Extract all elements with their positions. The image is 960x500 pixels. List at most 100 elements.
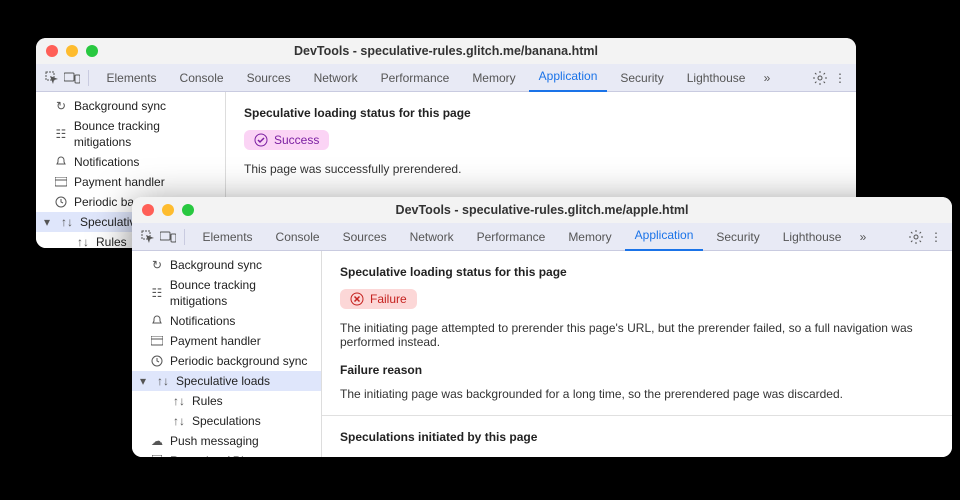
inspect-icon[interactable] [44,70,60,86]
bell-icon [150,314,164,328]
more-tabs-icon[interactable]: » [759,70,775,86]
tab-network[interactable]: Network [400,223,463,251]
sidebar-item-speculative-loads[interactable]: ▾↑↓Speculative loads [132,371,321,391]
tab-network[interactable]: Network [304,64,367,92]
status-badge: Success [244,130,329,150]
card-icon [54,175,68,189]
sidebar-item-label: Background sync [74,98,166,114]
initiated-heading: Speculations initiated by this page [340,430,934,444]
gear-icon[interactable] [812,70,828,86]
sidebar-item-notifications[interactable]: Notifications [132,311,321,331]
traffic-lights [46,45,98,57]
sidebar-item-label: Payment handler [74,174,165,190]
zoom-button[interactable] [182,204,194,216]
window-title: DevTools - speculative-rules.glitch.me/a… [142,203,942,217]
close-button[interactable] [142,204,154,216]
sidebar-item-bounce-tracking[interactable]: ☷ Bounce tracking mitigations [132,275,321,311]
more-tabs-icon[interactable]: » [855,229,871,245]
sidebar-item-label: Bounce tracking mitigations [74,118,219,150]
failure-reason-description: The initiating page was backgrounded for… [340,387,934,401]
tab-memory[interactable]: Memory [463,64,525,92]
minimize-button[interactable] [162,204,174,216]
sidebar-item-reporting-api[interactable]: Reporting API [132,451,321,457]
sidebar-item-label: Payment handler [170,333,261,349]
tab-lighthouse[interactable]: Lighthouse [677,64,755,92]
inspect-icon[interactable] [140,229,156,245]
check-circle-icon [254,133,268,147]
tab-sources[interactable]: Sources [237,64,300,92]
zoom-button[interactable] [86,45,98,57]
arrows-icon: ↑↓ [76,235,90,248]
tab-lighthouse[interactable]: Lighthouse [773,223,851,251]
main-panel: Speculative loading status for this page… [322,251,952,457]
traffic-lights [142,204,194,216]
tab-performance[interactable]: Performance [371,64,459,92]
arrows-icon: ↑↓ [156,374,170,388]
kebab-icon[interactable]: ⋮ [832,70,848,86]
cross-circle-icon [350,292,364,306]
status-badge-label: Success [274,133,319,147]
application-sidebar: ↻ Background sync ☷ Bounce tracking mitiga… [132,251,322,457]
sidebar-item-label: Notifications [74,154,139,170]
refresh-icon: ↻ [54,99,68,113]
sidebar-item-background-sync[interactable]: ↻ Background sync [36,96,225,116]
sidebar-item-periodic-sync[interactable]: Periodic background sync [132,351,321,371]
sidebar-item-payment-handler[interactable]: Payment handler [132,331,321,351]
status-description: The initiating page attempted to prerend… [340,321,934,349]
chevron-down-icon: ▾ [44,214,54,230]
device-icon[interactable] [64,70,80,86]
sidebar-item-label: Speculations [192,413,261,429]
sidebar-item-label: Periodic background sync [170,353,307,369]
titlebar: DevTools - speculative-rules.glitch.me/b… [36,38,856,64]
tab-elements[interactable]: Elements [97,64,166,92]
sidebar-item-rules[interactable]: ↑↓Rules [132,391,321,411]
tab-console[interactable]: Console [170,64,233,92]
tab-performance[interactable]: Performance [467,223,555,251]
devtools-tabbar: Elements Console Sources Network Perform… [132,223,952,251]
status-badge-label: Failure [370,292,407,306]
gear-icon[interactable] [908,229,924,245]
doc-icon [150,454,164,457]
tab-application[interactable]: Application [529,63,607,92]
devtools-window-front: DevTools - speculative-rules.glitch.me/a… [132,197,952,457]
storage-icon: ☷ [54,127,68,141]
sidebar-item-label: Notifications [170,313,235,329]
tab-sources[interactable]: Sources [333,223,396,251]
card-icon [150,334,164,348]
bell-icon [54,155,68,169]
tab-application[interactable]: Application [625,222,703,251]
sidebar-item-label: Background sync [170,257,262,273]
sidebar-item-push-messaging[interactable]: ☁Push messaging [132,431,321,451]
window-title: DevTools - speculative-rules.glitch.me/b… [46,44,846,58]
device-icon[interactable] [160,229,176,245]
sidebar-item-notifications[interactable]: Notifications [36,152,225,172]
sidebar-item-background-sync[interactable]: ↻ Background sync [132,255,321,275]
divider [184,229,185,245]
arrows-icon: ↑↓ [172,414,186,428]
sidebar-item-label: Push messaging [170,433,259,449]
status-badge: Failure [340,289,417,309]
sidebar-item-payment-handler[interactable]: Payment handler [36,172,225,192]
status-heading: Speculative loading status for this page [340,265,934,279]
sidebar-item-label: Reporting API [170,453,244,457]
tab-security[interactable]: Security [707,223,769,251]
sidebar-item-bounce-tracking[interactable]: ☷ Bounce tracking mitigations [36,116,225,152]
devtools-tabbar: Elements Console Sources Network Perform… [36,64,856,92]
divider [88,70,89,86]
tab-elements[interactable]: Elements [193,223,262,251]
status-description: This page was successfully prerendered. [244,162,838,176]
close-button[interactable] [46,45,58,57]
clock-icon [150,354,164,368]
tab-security[interactable]: Security [611,64,673,92]
divider [322,415,952,416]
tab-memory[interactable]: Memory [559,223,621,251]
kebab-icon[interactable]: ⋮ [928,229,944,245]
panel-content: ↻ Background sync ☷ Bounce tracking mitiga… [132,251,952,457]
sidebar-item-label: Bounce tracking mitigations [170,277,315,309]
storage-icon: ☷ [150,286,164,300]
refresh-icon: ↻ [150,258,164,272]
sidebar-item-speculations[interactable]: ↑↓ Speculations [132,411,321,431]
minimize-button[interactable] [66,45,78,57]
tab-console[interactable]: Console [266,223,329,251]
sidebar-item-label: Speculative loads [176,373,270,389]
